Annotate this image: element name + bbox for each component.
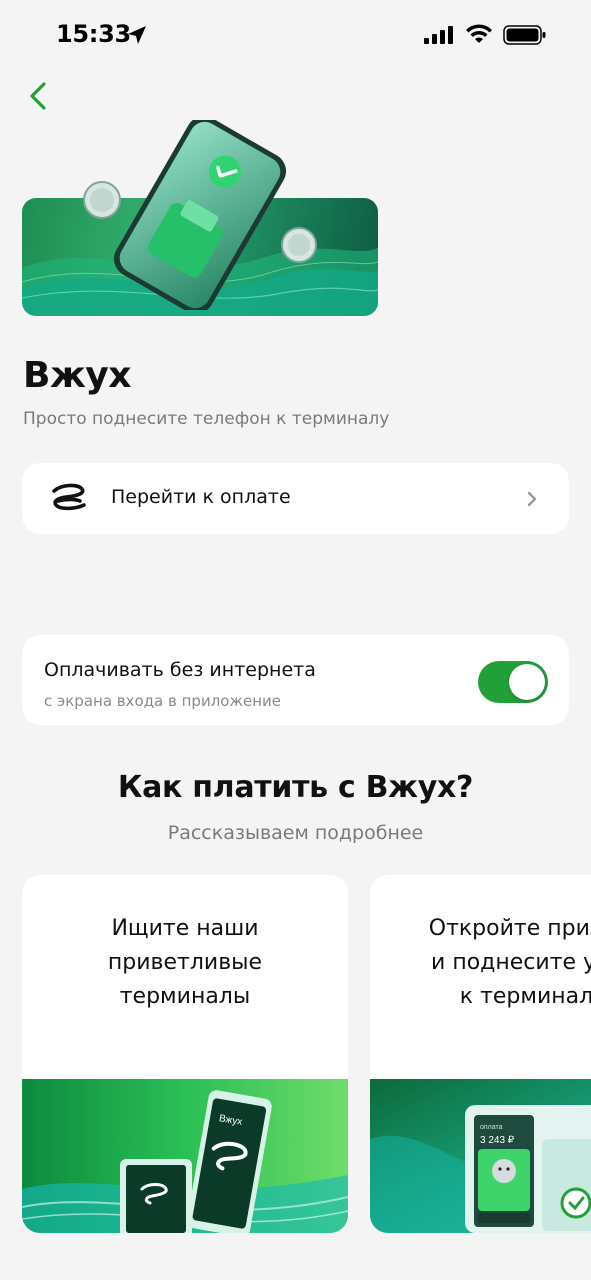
battery-icon [503,25,546,45]
page-subtitle: Просто поднесите телефон к терминалу [23,409,390,429]
offline-payment-subtitle: с экрана входа в приложение [44,692,281,710]
back-button[interactable] [22,76,58,116]
bottom-area [0,1233,591,1280]
how-to-subtitle: Рассказываем подробнее [167,822,424,844]
how-to-title: Как платить с Вжух? [117,770,474,805]
go-to-payment-button[interactable]: Перейти к оплате [22,463,569,534]
vzhuh-logo-icon [52,483,86,511]
location-arrow-icon [128,26,146,44]
coin-illustration [281,227,317,263]
amount-label: оплата [480,1124,503,1131]
amount-value: 3 243 ₽ [480,1135,515,1146]
terminals-illustration: Вжух [22,1079,348,1233]
chevron-left-icon [30,82,46,110]
app-payment-illustration: оплата 3 243 ₽ [370,1079,591,1233]
status-time: 15:33 [56,20,131,48]
status-bar: 15:33 [0,0,591,70]
toggle-knob [509,664,545,700]
offline-payment-toggle[interactable] [478,661,548,703]
coin-illustration [83,181,121,219]
how-to-step-card[interactable]: Откройте прилож и поднесите устр к терми… [370,875,591,1233]
how-to-step-card[interactable]: Ищите наши приветливые терминалы Вжух [22,875,348,1233]
offline-payment-title: Оплачивать без интернета [44,659,316,681]
step-text: Ищите наши приветливые терминалы [107,916,263,1009]
cellular-signal-icon [424,26,453,44]
step-text: Откройте прилож и поднесите устр к терми… [428,916,591,1009]
offline-payment-setting: Оплачивать без интернета с экрана входа … [22,635,569,725]
chevron-right-icon [527,491,537,507]
page-title: Вжух [23,355,131,396]
wifi-icon [466,24,492,43]
go-to-payment-label: Перейти к оплате [111,486,291,508]
